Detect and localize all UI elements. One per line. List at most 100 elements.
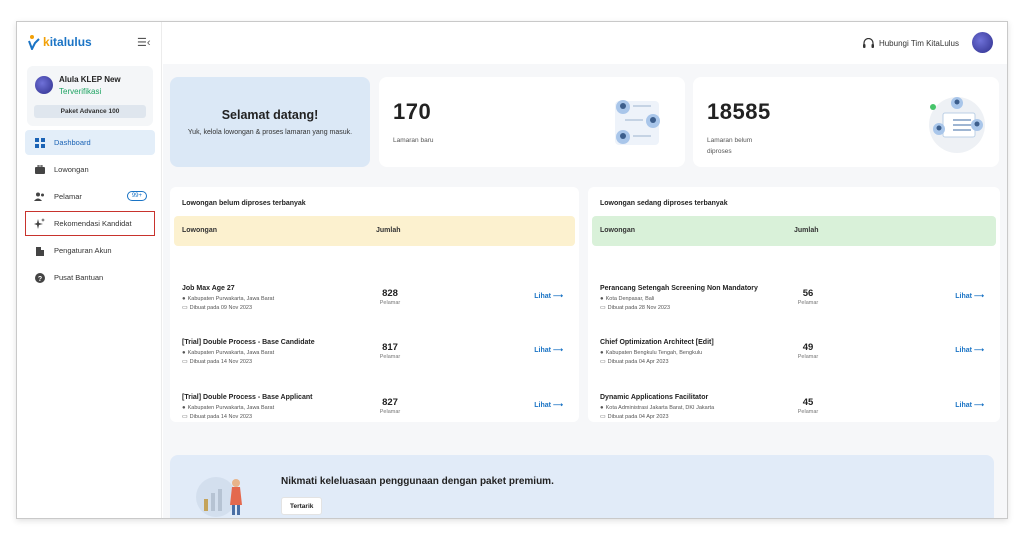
job-location: ● Kabupaten Purwakarta, Jawa Barat (182, 405, 275, 411)
applicant-count-label: Pelamar (379, 300, 401, 306)
view-job-link[interactable]: Lihat ⟶ (955, 401, 984, 409)
applicant-count-label: Pelamar (797, 409, 819, 415)
job-title: Job Max Age 27 (182, 285, 235, 292)
user-avatar[interactable] (972, 32, 993, 53)
location-pin-icon: ● (600, 350, 604, 356)
view-job-link[interactable]: Lihat ⟶ (955, 346, 984, 354)
contact-label: Hubungi Tim KitaLulus (878, 38, 959, 48)
arrow-right-icon: ⟶ (552, 402, 563, 409)
job-created-date: ▭ Dibuat pada 14 Nov 2023 (182, 359, 253, 365)
view-job-link[interactable]: Lihat ⟶ (534, 292, 563, 300)
stat-value: 170 (393, 99, 432, 124)
sidebar-item-pelamar[interactable]: Pelamar 99+ (25, 184, 155, 209)
calendar-icon: ▭ (600, 414, 606, 420)
sparkle-icon (34, 218, 45, 229)
help-icon: ? (34, 272, 45, 283)
contact-team-link[interactable]: Hubungi Tim KitaLulus (862, 38, 959, 48)
sidebar: kitalulus ☰‹ Alula KLEP New Terverifikas… (17, 22, 162, 518)
logo-mark-icon (28, 35, 40, 50)
sidebar-item-rekomendasi-kandidat[interactable]: Rekomendasi Kandidat (25, 211, 155, 236)
stat-card-unprocessed-applications[interactable]: 18585 Lamaran belum diproses (693, 77, 999, 167)
applicant-count-label: Pelamar (379, 354, 401, 360)
job-created-date: ▭ Dibuat pada 09 Nov 2023 (182, 305, 253, 311)
applicant-count: 828 (382, 288, 398, 299)
sidebar-item-label: Pelamar (54, 192, 82, 201)
table-row: Job Max Age 27 ● Kabupaten Purwakarta, Ja… (170, 285, 579, 335)
sidebar-nav: Dashboard Lowongan Pelamar 99+ Rekomenda… (25, 130, 155, 292)
people-icon (34, 191, 45, 202)
calendar-icon: ▭ (182, 414, 188, 420)
headset-icon (862, 38, 874, 48)
applicant-count-label: Pelamar (797, 300, 819, 306)
top-bar: Hubungi Tim KitaLulus (163, 22, 1007, 64)
applicant-count: 56 (802, 288, 814, 299)
briefcase-icon (34, 164, 45, 175)
calendar-icon: ▭ (182, 305, 188, 311)
job-location: ● Kabupaten Purwakarta, Jawa Barat (182, 296, 275, 302)
table-row: Dynamic Applications Facilitator ● Kota A… (588, 394, 1000, 444)
app-window: kitalulus ☰‹ Alula KLEP New Terverifikas… (16, 21, 1008, 519)
location-pin-icon: ● (182, 405, 186, 411)
logo-text: kitalulus (43, 35, 92, 49)
view-job-link[interactable]: Lihat ⟶ (534, 401, 563, 409)
table-header: Lowongan Jumlah (592, 216, 996, 246)
table-processing-jobs: Lowongan sedang diproses terbanyak Lowon… (588, 187, 1000, 422)
table-title: Lowongan belum diproses terbanyak (182, 200, 306, 207)
stat-label: Lamaran belum diproses (707, 137, 753, 155)
stat-label: Lamaran baru (393, 137, 434, 144)
job-title: Dynamic Applications Facilitator (600, 394, 709, 401)
view-job-link[interactable]: Lihat ⟶ (534, 346, 563, 354)
arrow-right-icon: ⟶ (973, 347, 984, 354)
applicant-count: 817 (382, 342, 398, 353)
documents-illustration-icon (929, 97, 985, 153)
verified-status: Terverifikasi (59, 87, 102, 96)
kitalulus-logo[interactable]: kitalulus (27, 34, 92, 50)
applicants-illustration-icon (615, 100, 660, 145)
sidebar-item-label: Pengaturan Akun (54, 246, 112, 255)
job-location: ● Kabupaten Bengkulu Tengah, Bengkulu (600, 350, 703, 356)
sidebar-item-pengaturan-akun[interactable]: Pengaturan Akun (25, 238, 155, 263)
welcome-card: Selamat datang! Yuk, kelola lowongan & p… (170, 77, 370, 167)
promo-title: Nikmati keleluasaan penggunaan dengan pa… (281, 476, 554, 487)
location-pin-icon: ● (182, 350, 186, 356)
sidebar-item-dashboard[interactable]: Dashboard (25, 130, 155, 155)
calendar-icon: ▭ (182, 359, 188, 365)
collapse-sidebar-icon[interactable]: ☰‹ (137, 36, 151, 49)
job-title: [Trial] Double Process - Base Candidate (182, 339, 315, 346)
stat-card-new-applications[interactable]: 170 Lamaran baru (379, 77, 685, 167)
sidebar-item-pusat-bantuan[interactable]: ? Pusat Bantuan (25, 265, 155, 290)
interested-button[interactable]: Tertarik (281, 497, 323, 515)
company-avatar (35, 76, 53, 94)
job-location: ● Kabupaten Purwakarta, Jawa Barat (182, 350, 275, 356)
job-created-date: ▭ Dibuat pada 04 Apr 2023 (600, 414, 669, 420)
column-header-lowongan: Lowongan (182, 227, 217, 234)
sidebar-item-label: Lowongan (54, 165, 89, 174)
building-icon (34, 245, 45, 256)
job-created-date: ▭ Dibuat pada 28 Nov 2023 (600, 305, 671, 311)
table-row: [Trial] Double Process - Base Applicant … (170, 394, 579, 444)
job-created-date: ▭ Dibuat pada 04 Apr 2023 (600, 359, 669, 365)
column-header-jumlah: Jumlah (376, 227, 401, 234)
sidebar-item-label: Pusat Bantuan (54, 273, 104, 282)
company-name: Alula KLEP New (59, 75, 121, 84)
applicant-count: 49 (802, 342, 814, 353)
sidebar-item-lowongan[interactable]: Lowongan (25, 157, 155, 182)
job-location: ● Kota Administrasi Jakarta Barat, DKI Ja… (600, 405, 715, 411)
welcome-subtitle: Yuk, kelola lowongan & proses lamaran ya… (187, 129, 353, 136)
location-pin-icon: ● (600, 296, 604, 302)
sidebar-item-label: Rekomendasi Kandidat (54, 219, 132, 228)
premium-promo-banner: Nikmati keleluasaan penggunaan dengan pa… (170, 455, 994, 518)
view-job-link[interactable]: Lihat ⟶ (955, 292, 984, 300)
growth-chart-illustration-icon (196, 477, 242, 517)
calendar-icon: ▭ (600, 305, 606, 311)
svg-text:?: ? (37, 275, 41, 282)
table-unprocessed-jobs: Lowongan belum diproses terbanyak Lowong… (170, 187, 579, 422)
table-title: Lowongan sedang diproses terbanyak (600, 200, 728, 207)
table-row: [Trial] Double Process - Base Candidate … (170, 339, 579, 389)
arrow-right-icon: ⟶ (552, 347, 563, 354)
welcome-title: Selamat datang! (221, 108, 319, 122)
location-pin-icon: ● (182, 296, 186, 302)
applicant-count: 45 (802, 397, 814, 408)
pelamar-count-badge: 99+ (126, 191, 147, 201)
profile-card[interactable]: Alula KLEP New Terverifikasi Paket Advan… (27, 66, 153, 126)
